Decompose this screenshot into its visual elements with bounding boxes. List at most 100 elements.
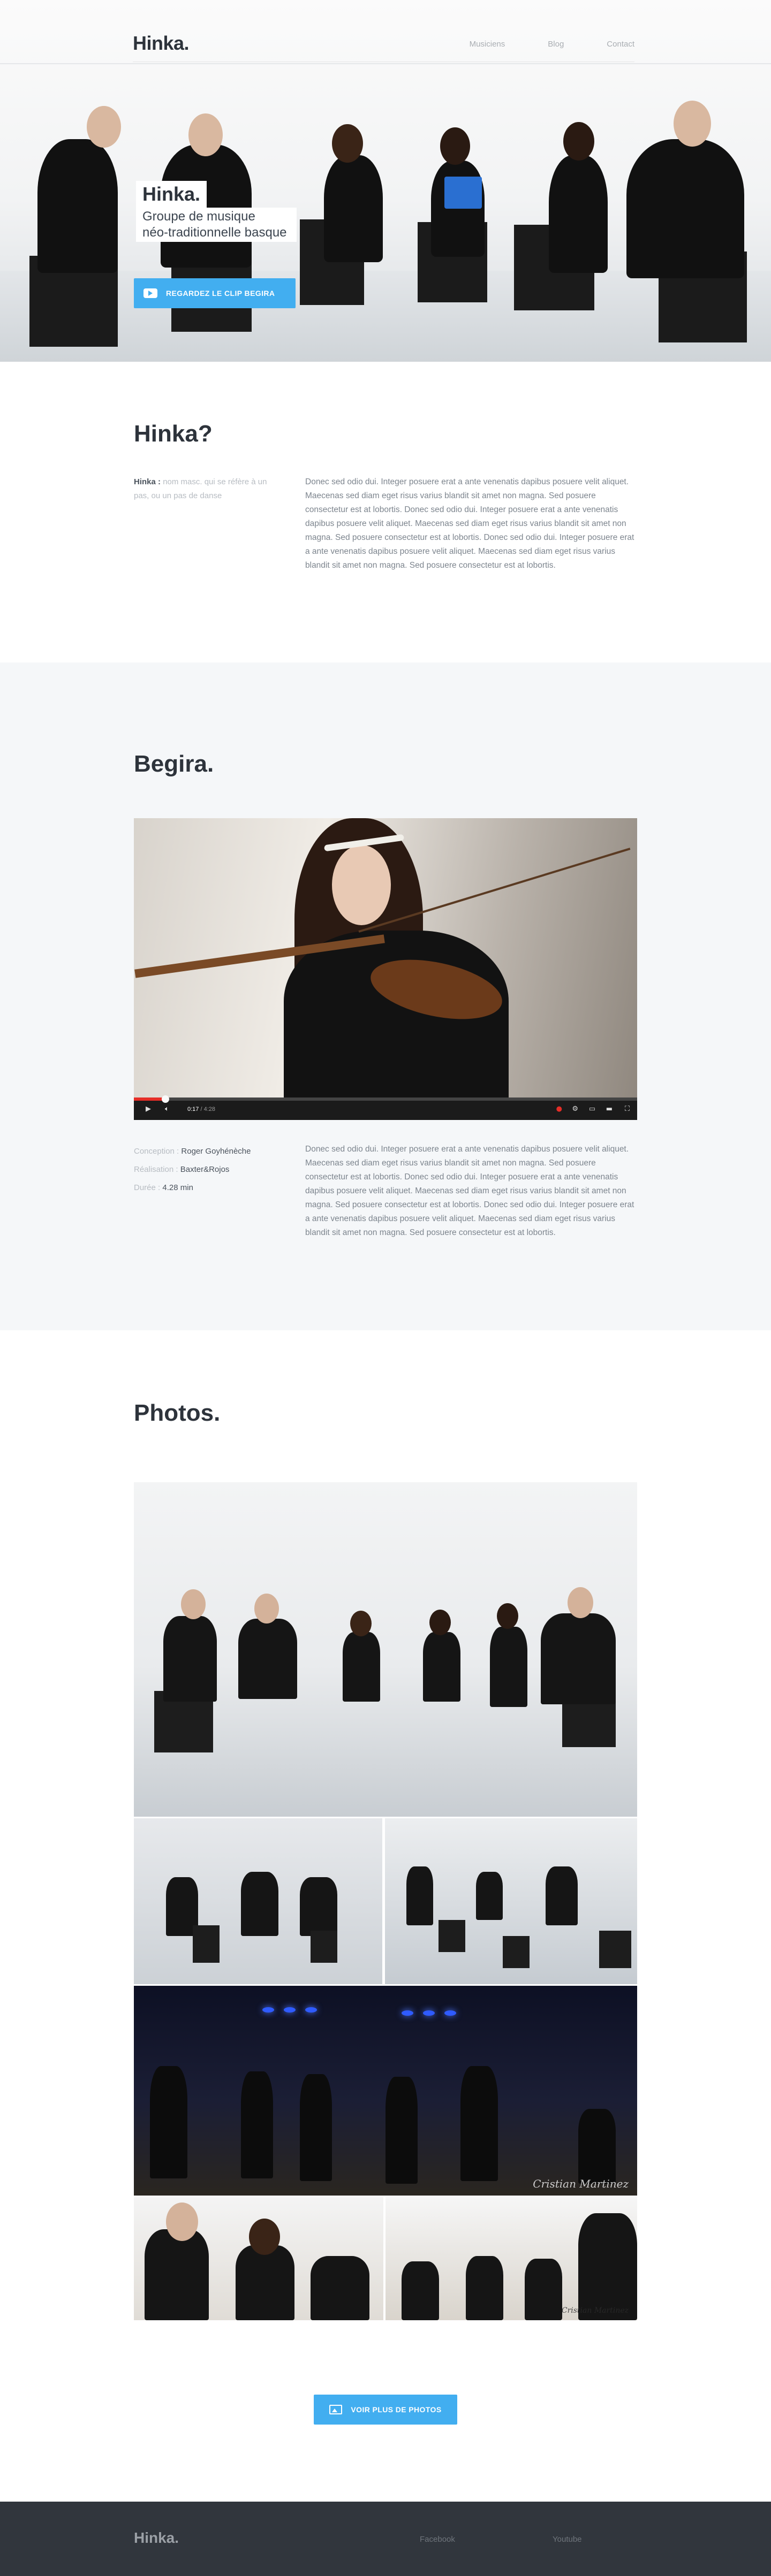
musician-figure <box>549 155 608 273</box>
about-section: Hinka? Hinka : nom masc. qui se réfère à… <box>0 362 771 662</box>
video-title: Begira. <box>134 751 214 777</box>
video-progress-bar[interactable] <box>134 1095 637 1103</box>
nav-link-musiciens[interactable]: Musiciens <box>470 40 505 49</box>
photo-figure <box>578 2213 637 2320</box>
youtube-play-icon <box>143 288 157 298</box>
photo-figure <box>343 1632 380 1702</box>
violinist-body <box>284 931 509 1107</box>
musician-head <box>440 127 470 165</box>
video-progress-knob[interactable] <box>162 1095 170 1103</box>
musician-figure <box>37 139 118 273</box>
photo-head <box>429 1610 451 1635</box>
photo-figure <box>423 1632 460 1702</box>
credit-realisation: Réalisation : Baxter&Rojos <box>134 1165 230 1174</box>
accordion <box>444 177 482 209</box>
musician-head <box>332 124 363 163</box>
photo-figure <box>386 2077 418 2184</box>
photo-cube <box>503 1936 530 1968</box>
hero-subtitle: Groupe de musique néo-traditionnelle bas… <box>136 208 297 242</box>
photo-figure <box>241 2071 273 2178</box>
hero-subtitle-line2: néo-traditionnelle basque <box>142 225 287 240</box>
photo-closeup-1[interactable] <box>134 2197 383 2320</box>
captions-icon[interactable]: ▭ <box>589 1105 595 1113</box>
photos-title: Photos. <box>134 1400 221 1426</box>
stage-light <box>402 2010 413 2016</box>
youtube-logo-icon[interactable]: ● <box>556 1105 562 1113</box>
more-photos-label: VOIR PLUS DE PHOTOS <box>351 2405 442 2414</box>
photo-figure <box>300 1877 337 1936</box>
site-logo[interactable]: Hinka. <box>133 32 190 55</box>
photo-head <box>568 1587 593 1618</box>
main-nav: Musiciens Blog Contact <box>470 40 634 49</box>
photo-head <box>181 1589 206 1619</box>
photo-figure <box>578 2109 616 2184</box>
photo-cube <box>599 1931 631 1968</box>
photo-cube <box>311 1931 337 1963</box>
photo-figure <box>541 1613 616 1704</box>
musician-head <box>188 113 223 156</box>
footer-link-youtube[interactable]: Youtube <box>553 2535 582 2544</box>
stage-light <box>444 2010 456 2016</box>
musician-head <box>674 101 711 147</box>
footer-link-facebook[interactable]: Facebook <box>420 2535 455 2544</box>
credit-duree: Durée : 4.28 min <box>134 1183 193 1192</box>
photo-head <box>254 1594 279 1624</box>
video-controls: ▶ 🔈︎ 0:17 / 4:28 ● ⚙ ▭ ▬ ⛶ <box>134 1095 637 1120</box>
stage-light <box>284 2007 296 2013</box>
photo-figure <box>150 2066 187 2178</box>
hero-subtitle-line1: Groupe de musique <box>142 209 255 224</box>
photographer-watermark: Cristian Martinez <box>561 2306 629 2315</box>
footer-logo[interactable]: Hinka. <box>134 2529 179 2547</box>
photographer-watermark: Cristian Martinez <box>533 2177 629 2190</box>
musician-figure <box>626 139 744 278</box>
nav-link-contact[interactable]: Contact <box>607 40 634 49</box>
photo-figure <box>163 1616 217 1702</box>
photo-rehearsal-1[interactable] <box>134 1818 382 1984</box>
photo-figure <box>311 2256 369 2320</box>
video-section: Begira. ▶ 🔈︎ 0:17 / 4:28 ● ⚙ ▭ ▬ ⛶ Conce… <box>0 662 771 1330</box>
play-icon[interactable]: ▶ <box>146 1105 151 1113</box>
photo-figure <box>300 2074 332 2181</box>
fullscreen-icon[interactable]: ⛶ <box>625 1105 630 1113</box>
nav-link-blog[interactable]: Blog <box>548 40 564 49</box>
photo-rehearsal-2[interactable] <box>385 1818 637 1984</box>
video-credits: Conception : Roger Goyhénèche Réalisatio… <box>134 1142 278 1197</box>
photo-figure <box>145 2229 209 2320</box>
about-paragraph: Donec sed odio dui. Integer posuere erat… <box>305 477 634 570</box>
photo-concert[interactable]: Cristian Martinez <box>134 1986 637 2196</box>
violinist-face <box>332 845 391 925</box>
watch-clip-button[interactable]: REGARDEZ LE CLIP BEGIRA <box>134 278 296 308</box>
musician-figure <box>431 161 485 257</box>
watch-clip-label: REGARDEZ LE CLIP BEGIRA <box>166 289 275 298</box>
photo-head <box>166 2202 198 2241</box>
theater-icon[interactable]: ▬ <box>606 1105 613 1113</box>
video-paragraph: Donec sed odio dui. Integer posuere erat… <box>305 1145 634 1237</box>
footer: Hinka. Facebook Youtube <box>0 2502 771 2576</box>
settings-icon[interactable]: ⚙ <box>572 1105 578 1113</box>
photo-cube <box>439 1920 465 1952</box>
definition-term: Hinka : <box>134 477 161 486</box>
video-player[interactable]: ▶ 🔈︎ 0:17 / 4:28 ● ⚙ ▭ ▬ ⛶ <box>134 818 637 1120</box>
more-photos-button[interactable]: VOIR PLUS DE PHOTOS <box>314 2395 457 2425</box>
photo-main[interactable] <box>134 1482 637 1817</box>
photo-figure <box>241 1872 278 1936</box>
photo-figure <box>466 2256 503 2320</box>
photo-head <box>497 1603 518 1629</box>
definition: Hinka : nom masc. qui se réfère à un pas… <box>134 475 278 503</box>
credit-conception: Conception : Roger Goyhénèche <box>134 1147 251 1156</box>
photo-figure <box>476 1872 503 1920</box>
hero: Hinka. Musiciens Blog Contact Hinka. Gro… <box>0 0 771 362</box>
photo-figure <box>546 1866 578 1925</box>
video-current-time: 0:17 <box>187 1106 199 1112</box>
video-progress-fill <box>134 1098 166 1101</box>
photo-head <box>350 1611 372 1636</box>
musician-head <box>563 122 594 161</box>
image-icon <box>329 2405 343 2414</box>
photo-figure <box>236 2245 294 2320</box>
photo-figure <box>460 2066 498 2181</box>
volume-icon[interactable]: 🔈︎ <box>165 1105 169 1113</box>
photo-closeup-2[interactable]: Cristian Martinez <box>386 2197 637 2320</box>
about-title: Hinka? <box>134 421 213 447</box>
photo-head <box>249 2219 280 2255</box>
musician-head <box>87 106 121 148</box>
